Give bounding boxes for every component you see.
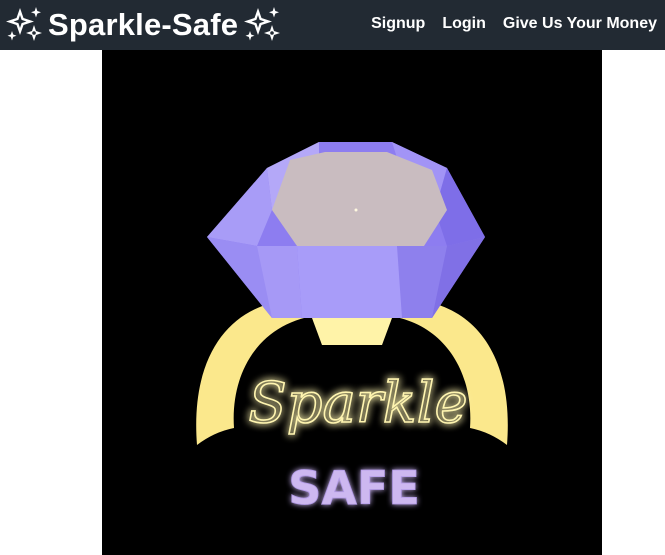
gem-table [272, 152, 447, 246]
top-navbar: Sparkle-Safe Signup Login Give Us Your M… [0, 0, 665, 50]
nav-link-signup[interactable]: Signup [371, 15, 425, 33]
logo-safe-text: SAFE [288, 461, 420, 515]
sparkle-safe-logo: Sparkle SAFE [196, 142, 508, 515]
brand-title: Sparkle-Safe [48, 7, 239, 42]
brand[interactable]: Sparkle-Safe [4, 2, 282, 48]
ring-prong [312, 318, 392, 345]
gem [207, 142, 485, 318]
nav-link-login[interactable]: Login [442, 15, 486, 33]
sparkle-icon [244, 7, 281, 41]
nav-links: Signup Login Give Us Your Money [371, 0, 657, 48]
logo-script-text: Sparkle [248, 371, 467, 436]
nav-link-give-money[interactable]: Give Us Your Money [503, 15, 657, 33]
sparkle-icon [6, 7, 42, 41]
hero-logo-panel: Sparkle SAFE [102, 50, 602, 555]
